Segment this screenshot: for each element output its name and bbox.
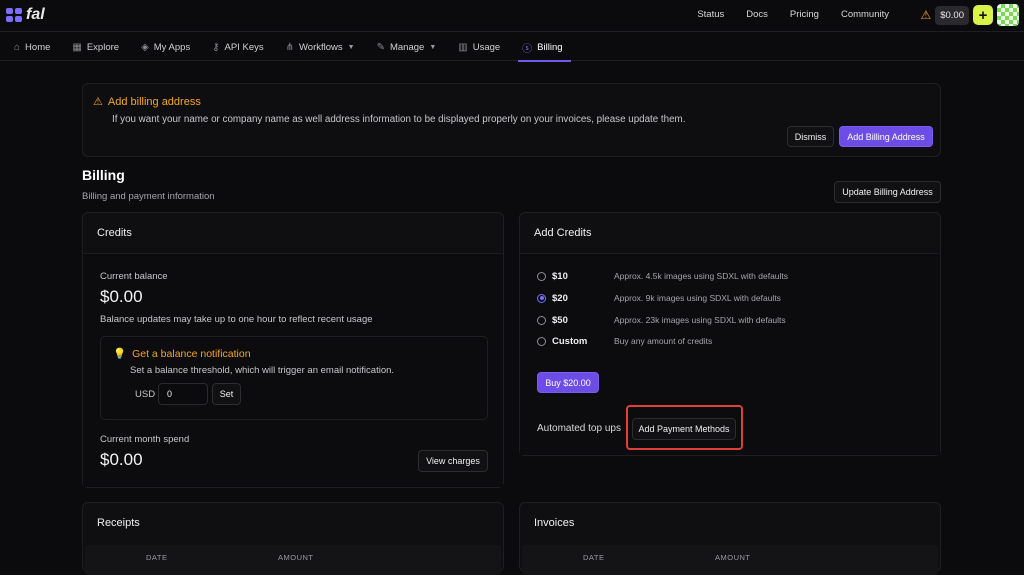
month-spend-value: $0.00: [100, 450, 143, 469]
workflow-icon: ⋔: [285, 41, 294, 53]
chart-icon: ▥: [458, 41, 468, 53]
dollar-circle-icon: ⓢ: [522, 43, 533, 55]
nav-usage[interactable]: ▥ Usage: [458, 33, 510, 61]
view-charges-button[interactable]: View charges: [418, 450, 488, 472]
currency-label: USD: [135, 389, 156, 400]
receipts-title: Receipts: [97, 517, 140, 529]
credits-title: Credits: [97, 227, 132, 239]
invoices-title: Invoices: [534, 517, 575, 529]
top-links: Status Docs Pricing Community: [697, 9, 889, 20]
logo-text: fal: [26, 6, 45, 23]
add-credits-card: Add Credits $10 Approx. 4.5k images usin…: [519, 212, 941, 456]
docs-link[interactable]: Docs: [746, 9, 768, 20]
nav-label: Usage: [472, 41, 501, 53]
page-title: Billing: [82, 167, 125, 183]
column-header-date: DATE: [583, 553, 605, 562]
fal-logo-icon: [6, 8, 22, 22]
month-spend-label: Current month spend: [100, 434, 190, 445]
credit-option-custom[interactable]: Custom Buy any amount of credits: [537, 334, 712, 348]
radio-button[interactable]: [537, 336, 546, 346]
dismiss-button[interactable]: Dismiss: [787, 126, 834, 147]
update-billing-address-button[interactable]: Update Billing Address: [834, 181, 941, 203]
nav-api-keys[interactable]: ⚷ API Keys: [212, 33, 273, 61]
account-area: ⚠ $0.00 +: [920, 4, 1019, 26]
nav-label: API Keys: [224, 41, 264, 53]
credit-option-50[interactable]: $50 Approx. 23k images using SDXL with d…: [537, 313, 786, 327]
alert-text: If you want your name or company name as…: [112, 114, 686, 125]
main-nav: ⌂ Home ▦ Explore ◈ My Apps ⚷ API Keys ⋔ Workf…: [0, 33, 1024, 62]
credit-option-20[interactable]: $20 Approx. 9k images using SDXL with de…: [537, 291, 781, 305]
option-description: Approx. 23k images using SDXL with defau…: [614, 315, 786, 325]
option-label: $10: [552, 270, 568, 282]
threshold-input[interactable]: 0: [158, 383, 208, 405]
radio-button[interactable]: [537, 293, 546, 303]
alert-title-row: ⚠ Add billing address: [93, 95, 201, 109]
nav-label: Home: [25, 41, 51, 53]
billing-address-alert: ⚠ Add billing address If you want your n…: [82, 83, 941, 157]
column-header-amount: AMOUNT: [278, 553, 314, 562]
nav-explore[interactable]: ▦ Explore: [72, 33, 129, 61]
nav-workflows[interactable]: ⋔ Workflows ▼: [286, 33, 365, 61]
automated-top-ups-label: Automated top ups: [537, 423, 621, 434]
add-billing-address-button[interactable]: Add Billing Address: [839, 126, 933, 147]
radio-button[interactable]: [537, 271, 546, 281]
nav-label: Billing: [537, 41, 563, 53]
fal-logo[interactable]: fal: [6, 6, 45, 24]
nav-label: Workflows: [299, 41, 343, 53]
community-link[interactable]: Community: [841, 9, 889, 20]
balance-notification-box: 💡 Get a balance notification Set a balan…: [100, 336, 488, 420]
nav-label: Manage: [389, 41, 425, 53]
lightbulb-icon: 💡: [113, 348, 127, 360]
add-payment-methods-button[interactable]: Add Payment Methods: [632, 418, 736, 440]
notification-title-row: 💡 Get a balance notification: [113, 347, 251, 361]
radio-button[interactable]: [537, 315, 546, 325]
nav-my-apps[interactable]: ◈ My Apps: [141, 33, 200, 61]
chevron-down-icon: ▼: [429, 43, 437, 51]
avatar[interactable]: [997, 4, 1019, 26]
grid-icon: ▦: [72, 41, 82, 53]
alert-title: Add billing address: [107, 95, 201, 108]
current-balance-label: Current balance: [100, 271, 168, 282]
page-subtitle: Billing and payment information: [82, 191, 215, 202]
balance-note: Balance updates may take up to one hour …: [100, 314, 373, 325]
balance-pill[interactable]: $0.00: [935, 5, 969, 25]
home-icon: ⌂: [14, 41, 21, 53]
credits-body: Current balance $0.00 Balance updates ma…: [83, 253, 503, 487]
credit-option-10[interactable]: $10 Approx. 4.5k images using SDXL with …: [537, 269, 788, 283]
option-description: Approx. 4.5k images using SDXL with defa…: [614, 271, 789, 281]
option-label: Custom: [552, 335, 588, 347]
nav-home[interactable]: ⌂ Home: [14, 33, 60, 61]
set-threshold-button[interactable]: Set: [212, 383, 241, 405]
option-description: Approx. 9k images using SDXL with defaul…: [614, 293, 781, 303]
wrench-icon: ✎: [376, 41, 385, 53]
nav-manage[interactable]: ✎ Manage ▼: [377, 33, 447, 61]
pricing-link[interactable]: Pricing: [790, 9, 819, 20]
column-header-amount: AMOUNT: [715, 553, 751, 562]
warning-icon[interactable]: ⚠: [920, 8, 931, 22]
current-balance-value: $0.00: [100, 287, 143, 306]
notification-text: Set a balance threshold, which will trig…: [130, 365, 395, 376]
add-credits-button[interactable]: +: [973, 5, 993, 25]
key-icon: ⚷: [212, 41, 220, 53]
layers-icon: ◈: [141, 41, 149, 53]
add-credits-title: Add Credits: [534, 227, 592, 239]
nav-label: Explore: [86, 41, 120, 53]
buy-credits-button[interactable]: Buy $20.00: [537, 372, 599, 393]
nav-billing[interactable]: ⓢ Billing: [518, 33, 572, 62]
option-description: Buy any amount of credits: [614, 336, 713, 346]
option-label: $50: [552, 314, 568, 326]
status-link[interactable]: Status: [697, 9, 724, 20]
credits-card: Credits Current balance $0.00 Balance up…: [82, 212, 504, 488]
nav-label: My Apps: [153, 41, 191, 53]
notification-title: Get a balance notification: [132, 347, 251, 360]
option-label: $20: [552, 292, 568, 304]
top-bar: fal Status Docs Pricing Community ⚠ $0.0…: [0, 0, 1024, 32]
add-credits-body: $10 Approx. 4.5k images using SDXL with …: [520, 253, 940, 455]
warning-icon: ⚠: [93, 96, 103, 108]
chevron-down-icon: ▼: [347, 43, 355, 51]
column-header-date: DATE: [146, 553, 168, 562]
